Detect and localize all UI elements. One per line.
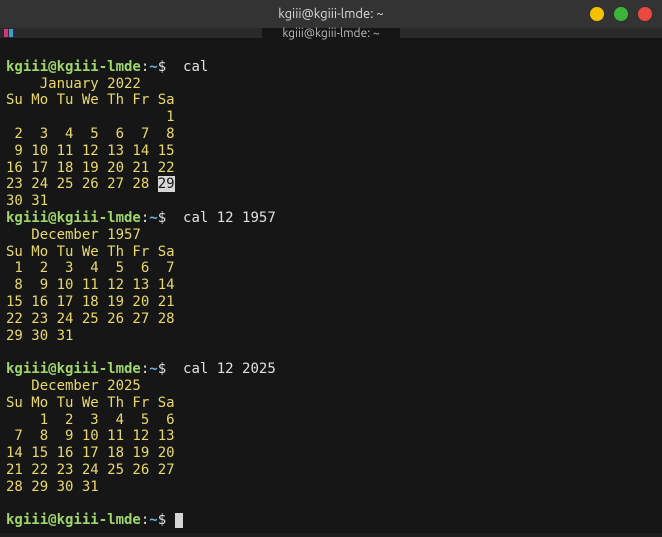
prompt-path: ~: [149, 361, 157, 377]
prompt-path: ~: [149, 210, 157, 226]
cal1-title: January 2022: [6, 76, 141, 92]
prompt-user: kgiii@kgiii-lmde: [6, 361, 141, 377]
cal1-today: 29: [158, 176, 175, 192]
prompt-symbol: $: [158, 361, 166, 377]
window-controls: [590, 7, 652, 21]
minimize-button[interactable]: [590, 7, 604, 21]
cal1-row: 30 31: [6, 193, 48, 209]
app-icon: [4, 29, 14, 37]
cal1-row: 2 3 4 5 6 7 8: [6, 126, 175, 142]
window-titlebar: kgiii@kgiii-lmde: ~: [0, 0, 662, 28]
cal2-weekdays: Su Mo Tu We Th Fr Sa: [6, 244, 175, 260]
prompt-path: ~: [149, 59, 157, 75]
cal1-row: 23 24 25 26 27 28: [6, 176, 158, 192]
cal2-row: 1 2 3 4 5 6 7: [6, 260, 175, 276]
terminal-output[interactable]: kgiii@kgiii-lmde:~$ cal January 2022 Su …: [0, 38, 662, 533]
cursor-block: [175, 513, 183, 528]
cal3-weekdays: Su Mo Tu We Th Fr Sa: [6, 395, 175, 411]
prompt-user: kgiii@kgiii-lmde: [6, 59, 141, 75]
command-text: cal 12 1957: [183, 210, 276, 226]
window-title: kgiii@kgiii-lmde: ~: [278, 7, 383, 21]
prompt-symbol: $: [158, 210, 166, 226]
prompt-path: ~: [149, 512, 157, 528]
cal3-row: 28 29 30 31: [6, 479, 99, 495]
cal3-row: 7 8 9 10 11 12 13: [6, 428, 175, 444]
cal3-row: 14 15 16 17 18 19 20: [6, 445, 175, 461]
cal1-weekdays: Su Mo Tu We Th Fr Sa: [6, 92, 175, 108]
command-text: cal 12 2025: [183, 361, 276, 377]
cal2-title: December 1957: [6, 227, 141, 243]
maximize-button[interactable]: [614, 7, 628, 21]
cal1-row: [6, 109, 166, 125]
cal1-day: 1: [166, 109, 174, 125]
cal1-row: 16 17 18 19 20 21 22: [6, 160, 175, 176]
tab-bar: kgiii@kgiii-lmde: ~: [0, 28, 662, 38]
cal2-row: 8 9 10 11 12 13 14: [6, 277, 175, 293]
close-button[interactable]: [638, 7, 652, 21]
cal3-row: 21 22 23 24 25 26 27: [6, 462, 175, 478]
cal2-row: 22 23 24 25 26 27 28: [6, 311, 175, 327]
cal1-row: 9 10 11 12 13 14 15: [6, 143, 175, 159]
prompt-symbol: $: [158, 512, 166, 528]
cal3-row: 1 2 3 4 5 6: [6, 412, 175, 428]
command-text: cal: [183, 59, 208, 75]
prompt-symbol: $: [158, 59, 166, 75]
prompt-user: kgiii@kgiii-lmde: [6, 210, 141, 226]
cal2-row: 29 30 31: [6, 328, 73, 344]
cal2-row: 15 16 17 18 19 20 21: [6, 294, 175, 310]
cal3-title: December 2025: [6, 378, 141, 394]
tab-label: kgiii@kgiii-lmde: ~: [282, 27, 379, 40]
prompt-user: kgiii@kgiii-lmde: [6, 512, 141, 528]
tab-active[interactable]: kgiii@kgiii-lmde: ~: [262, 28, 399, 38]
